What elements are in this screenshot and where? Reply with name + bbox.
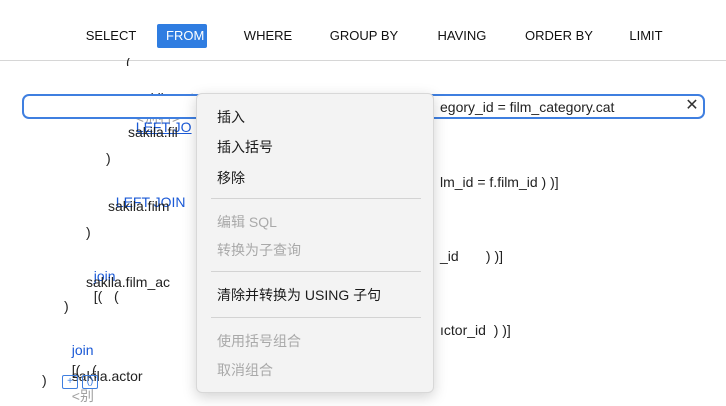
closing-paren: ) bbox=[64, 298, 69, 314]
menu-item-edit-sql[interactable]: 编辑 SQL bbox=[217, 212, 277, 232]
table-name[interactable]: sakila.film_ac bbox=[86, 272, 170, 292]
tab-from[interactable]: FROM bbox=[157, 24, 207, 48]
tab-group-by[interactable]: GROUP BY bbox=[318, 24, 410, 48]
sql-line: LEFT JOIN bbox=[108, 172, 186, 210]
sql-line: join [( ( bbox=[86, 246, 119, 304]
menu-item-convert-subquery[interactable]: 转换为子查询 bbox=[217, 240, 301, 260]
menu-item-insert-parentheses[interactable]: 插入括号 bbox=[217, 137, 273, 157]
sql-line-selected: LEFT JO bbox=[128, 97, 192, 135]
clause-tab-bar: SELECT FROM WHERE GROUP BY HAVING ORDER … bbox=[0, 0, 726, 61]
tab-select[interactable]: SELECT bbox=[76, 24, 146, 48]
sql-line: sakila.actor <别 bbox=[64, 346, 143, 404]
sql-line: sakila.category <别名> bbox=[128, 68, 229, 126]
tab-order-by[interactable]: ORDER BY bbox=[513, 24, 605, 48]
menu-item-insert[interactable]: 插入 bbox=[217, 107, 245, 127]
menu-item-convert-using[interactable]: 清除并转换为 USING 子句 bbox=[217, 285, 381, 305]
alias-placeholder[interactable]: <别 bbox=[72, 388, 94, 404]
tab-where[interactable]: WHERE bbox=[232, 24, 304, 48]
close-icon[interactable]: ✕ bbox=[682, 95, 702, 117]
menu-item-group-parentheses[interactable]: 使用括号组合 bbox=[217, 331, 301, 351]
context-menu: 插入 插入括号 移除 编辑 SQL 转换为子查询 清除并转换为 USING 子句… bbox=[196, 93, 434, 393]
menu-separator bbox=[211, 271, 421, 272]
add-icon[interactable]: + bbox=[62, 375, 78, 389]
tab-having[interactable]: HAVING bbox=[425, 24, 499, 48]
closing-paren: ) bbox=[86, 224, 91, 240]
join-condition[interactable]: ıctor_id ) )] bbox=[440, 320, 511, 340]
join-condition[interactable]: lm_id = f.film_id ) )] bbox=[440, 172, 559, 192]
menu-separator bbox=[211, 198, 421, 199]
menu-item-remove[interactable]: 移除 bbox=[217, 168, 245, 188]
sql-line: join [( ( bbox=[64, 320, 97, 378]
table-name[interactable]: sakila.film bbox=[108, 196, 169, 216]
closing-paren: ) bbox=[106, 150, 111, 166]
join-condition[interactable]: _id ) )] bbox=[440, 246, 503, 266]
tab-limit[interactable]: LIMIT bbox=[617, 24, 675, 48]
clipped-paren: ( bbox=[126, 58, 131, 66]
parentheses-icon[interactable]: () bbox=[82, 375, 98, 389]
table-name[interactable]: sakila.fil bbox=[128, 122, 178, 142]
closing-paren: ) bbox=[42, 372, 47, 388]
menu-separator bbox=[211, 317, 421, 318]
menu-item-ungroup[interactable]: 取消组合 bbox=[217, 360, 273, 380]
join-condition[interactable]: egory_id = film_category.cat bbox=[440, 97, 614, 117]
